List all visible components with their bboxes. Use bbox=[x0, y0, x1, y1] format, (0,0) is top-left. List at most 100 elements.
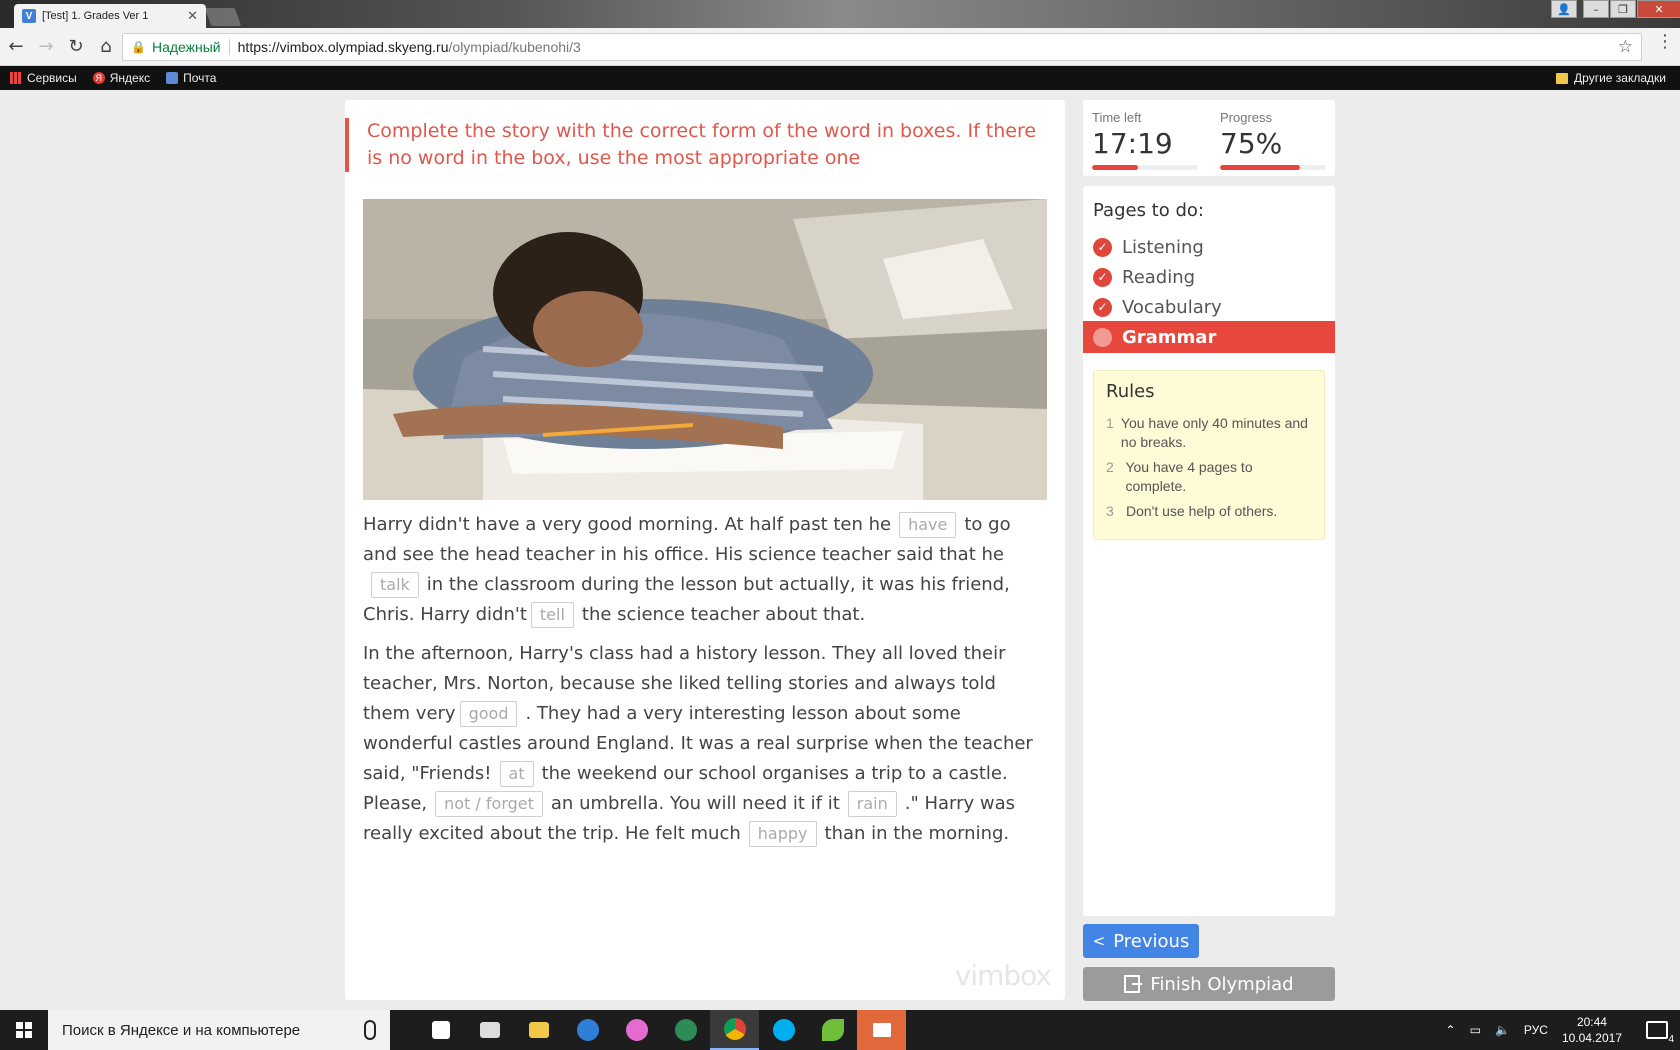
address-bar[interactable]: 🔒 Надежный https://vimbox.olympiad.skyen… bbox=[122, 33, 1642, 61]
gap-input-at[interactable]: at bbox=[499, 761, 534, 787]
bookmark-yandex[interactable]: Я Яндекс bbox=[92, 71, 150, 85]
vimbox-watermark: vimbox bbox=[954, 959, 1052, 992]
page-item-grammar[interactable]: Grammar bbox=[1083, 321, 1335, 353]
window-buttons: – ❐ ✕ bbox=[1582, 0, 1680, 18]
user-icon[interactable]: 👤 bbox=[1551, 0, 1577, 18]
rule-item: 3 Don't use help of others. bbox=[1106, 503, 1278, 519]
highlighted-app-icon[interactable] bbox=[857, 1010, 906, 1050]
bookmarks-bar: Сервисы Я Яндекс Почта Другие закладки bbox=[0, 66, 1680, 90]
browser-tab[interactable]: V [Test] 1. Grades Ver 1 ✕ bbox=[14, 4, 206, 28]
notification-count: 4 bbox=[1668, 1034, 1674, 1045]
leaf-app-icon[interactable] bbox=[808, 1010, 857, 1050]
task-card: Complete the story with the correct form… bbox=[345, 100, 1065, 1000]
restore-icon[interactable]: ❐ bbox=[1610, 0, 1636, 18]
gap-input-tell[interactable]: tell bbox=[530, 602, 574, 628]
windows-taskbar: Поиск в Яндексе и на компьютере ⌃ ▭ 🔈 РУ… bbox=[0, 1010, 1680, 1050]
progress-label: Progress bbox=[1220, 110, 1273, 125]
window-controls: 👤 bbox=[1550, 0, 1577, 18]
task-instruction: Complete the story with the correct form… bbox=[345, 118, 1045, 172]
rule-item: 2 You have 4 pages to complete. bbox=[1106, 459, 1253, 494]
check-icon: ✓ bbox=[1093, 267, 1112, 287]
current-page-dot-icon bbox=[1093, 327, 1112, 347]
progress-bar-fill bbox=[1220, 165, 1300, 170]
yandex-icon: Я bbox=[92, 72, 105, 84]
edge-browser-icon[interactable] bbox=[563, 1010, 612, 1050]
network-icon[interactable]: ▭ bbox=[1470, 1023, 1481, 1037]
secure-label: Надежный bbox=[151, 39, 221, 55]
store-app-icon[interactable] bbox=[416, 1010, 465, 1050]
start-button[interactable] bbox=[0, 1010, 48, 1050]
previous-button[interactable]: < Previous bbox=[1083, 924, 1199, 958]
microphone-icon[interactable] bbox=[364, 1020, 376, 1040]
close-window-icon[interactable]: ✕ bbox=[1637, 0, 1680, 18]
chevron-left-icon: < bbox=[1092, 932, 1106, 950]
close-tab-icon[interactable]: ✕ bbox=[187, 8, 198, 24]
address-separator bbox=[228, 39, 230, 55]
other-bookmarks[interactable]: Другие закладки bbox=[1556, 71, 1666, 85]
new-tab-button[interactable] bbox=[204, 8, 242, 26]
stats-panel: Time left 17:19 Progress 75% bbox=[1083, 100, 1335, 176]
download-app-icon[interactable] bbox=[661, 1010, 710, 1050]
page-content: Complete the story with the correct form… bbox=[0, 90, 1680, 1010]
exit-icon bbox=[1124, 975, 1143, 993]
volume-icon[interactable]: 🔈 bbox=[1495, 1023, 1510, 1037]
mail-icon bbox=[166, 72, 179, 84]
back-arrow-icon[interactable]: ← bbox=[2, 33, 30, 61]
time-left-label: Time left bbox=[1092, 110, 1142, 125]
bookmark-star-icon[interactable]: ☆ bbox=[1618, 37, 1633, 57]
boy-asleep-image bbox=[363, 199, 1047, 500]
minimize-icon[interactable]: – bbox=[1583, 0, 1609, 18]
finish-olympiad-button[interactable]: Finish Olympiad bbox=[1083, 967, 1335, 1001]
system-tray: ⌃ ▭ 🔈 РУС 20:44 10.04.2017 4 bbox=[1446, 1010, 1680, 1050]
taskbar-search[interactable]: Поиск в Яндексе и на компьютере bbox=[48, 1010, 390, 1050]
page-item-vocabulary[interactable]: ✓ Vocabulary bbox=[1083, 291, 1335, 323]
story-text: Harry didn't have a very good morning. A… bbox=[363, 510, 1047, 858]
clock[interactable]: 20:44 10.04.2017 bbox=[1562, 1014, 1622, 1046]
gap-input-have[interactable]: have bbox=[899, 512, 957, 538]
progress: Progress 75% bbox=[1220, 110, 1282, 160]
url-host: https://vimbox.olympiad.skyeng.ru bbox=[237, 39, 449, 55]
bookmark-apps[interactable]: Сервисы bbox=[10, 71, 77, 85]
pages-title: Pages to do: bbox=[1093, 200, 1204, 221]
pages-panel: Pages to do: ✓ Listening ✓ Reading ✓ Voc… bbox=[1083, 186, 1335, 916]
bookmark-mail[interactable]: Почта bbox=[166, 71, 216, 85]
time-left-value: 17:19 bbox=[1092, 127, 1173, 160]
browser-toolbar: ← → ↻ ⌂ 🔒 Надежный https://vimbox.olympi… bbox=[0, 28, 1680, 66]
time-left: Time left 17:19 bbox=[1092, 110, 1173, 160]
rules-box: Rules 1 You have only 40 minutes and no … bbox=[1093, 370, 1325, 540]
time-left-bar-fill bbox=[1092, 165, 1138, 170]
folder-icon bbox=[1556, 72, 1569, 84]
forward-arrow-icon[interactable]: → bbox=[32, 33, 60, 61]
progress-bar bbox=[1220, 165, 1326, 170]
notifications-icon[interactable]: 4 bbox=[1646, 1021, 1674, 1045]
browser-menu-icon[interactable]: ⋮ bbox=[1656, 33, 1674, 51]
browser-tabstrip: V [Test] 1. Grades Ver 1 ✕ 👤 – ❐ ✕ bbox=[0, 0, 1680, 28]
itunes-icon[interactable] bbox=[612, 1010, 661, 1050]
check-icon: ✓ bbox=[1093, 237, 1112, 257]
page-item-listening[interactable]: ✓ Listening bbox=[1083, 231, 1335, 263]
rules-title: Rules bbox=[1106, 381, 1155, 402]
gap-input-happy[interactable]: happy bbox=[748, 821, 817, 847]
apps-grid-icon bbox=[10, 72, 22, 84]
file-explorer-icon[interactable] bbox=[514, 1010, 563, 1050]
chrome-browser-icon[interactable] bbox=[710, 1010, 759, 1050]
skype-icon[interactable] bbox=[759, 1010, 808, 1050]
gap-input-talk[interactable]: talk bbox=[371, 572, 419, 598]
tab-title: [Test] 1. Grades Ver 1 bbox=[42, 10, 149, 22]
taskbar-apps bbox=[416, 1010, 906, 1050]
gap-input-good[interactable]: good bbox=[459, 701, 518, 727]
lock-icon: 🔒 bbox=[131, 40, 146, 54]
gap-input-not-forget[interactable]: not / forget bbox=[435, 791, 543, 817]
tray-chevron-icon[interactable]: ⌃ bbox=[1446, 1023, 1456, 1037]
home-icon[interactable]: ⌂ bbox=[92, 33, 120, 61]
url-path: /olympiad/kubenohi/3 bbox=[448, 39, 581, 55]
language-indicator[interactable]: РУС bbox=[1524, 1023, 1548, 1037]
check-icon: ✓ bbox=[1093, 297, 1112, 317]
gap-input-rain[interactable]: rain bbox=[847, 791, 897, 817]
page-item-reading[interactable]: ✓ Reading bbox=[1083, 261, 1335, 293]
camera-app-icon[interactable] bbox=[465, 1010, 514, 1050]
rule-item: 1 You have only 40 minutes and no breaks… bbox=[1106, 415, 1308, 450]
task-photo bbox=[363, 199, 1047, 500]
reload-icon[interactable]: ↻ bbox=[62, 33, 90, 61]
story-paragraph-1: Harry didn't have a very good morning. A… bbox=[363, 510, 1047, 630]
